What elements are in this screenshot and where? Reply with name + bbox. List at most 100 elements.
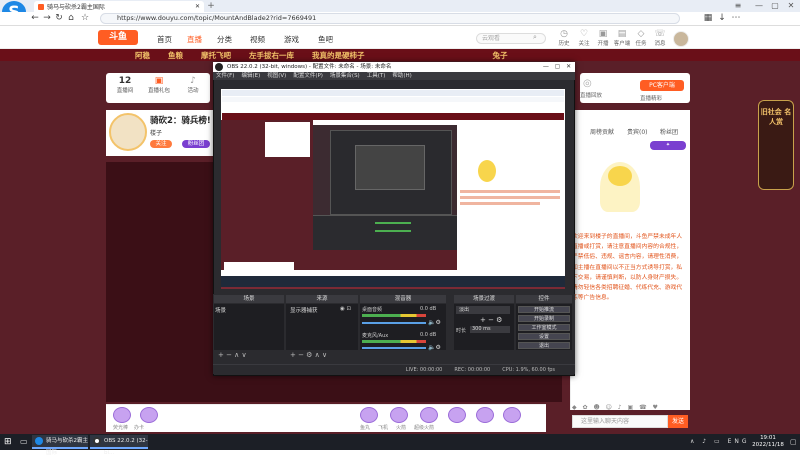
event-badge[interactable]: 旧社会 名人赏 xyxy=(758,100,794,190)
back-icon[interactable]: ← xyxy=(30,13,40,24)
exit-button[interactable]: 退出 xyxy=(518,342,570,349)
scenes-toolbar[interactable]: + − ∧ ∨ xyxy=(214,351,284,360)
reload-icon[interactable]: ↻ xyxy=(54,13,64,24)
nav-category[interactable]: 分类 xyxy=(217,34,232,45)
mixer-track-name: 麦克风/Aux xyxy=(362,333,389,339)
fan-club-button[interactable]: 粉丝团 xyxy=(182,140,210,148)
search-icon[interactable]: ⌕ xyxy=(533,33,537,42)
taskbar-obs[interactable]: OBS 22.0.2 (32-bi... xyxy=(90,435,148,456)
transition-select[interactable]: 淡出 xyxy=(456,306,510,314)
settings-button[interactable]: 设置 xyxy=(518,333,570,340)
room-stat[interactable]: ▣ 直播礼包 xyxy=(144,76,174,94)
gift-item[interactable] xyxy=(113,407,131,423)
volume-slider[interactable] xyxy=(362,347,426,349)
gift-item[interactable] xyxy=(448,407,466,423)
sources-toolbar[interactable]: + − ⚙ ∧ ∨ xyxy=(286,351,358,360)
taskbar-browser[interactable]: 骑马与砍杀2霸主国际 xyxy=(32,435,88,456)
notification-icon[interactable]: ▢ xyxy=(790,438,797,446)
start-recording-button[interactable]: 开始录制 xyxy=(518,315,570,322)
chat-tab[interactable]: 贵宾(0) xyxy=(627,127,648,136)
right-stat-label[interactable]: 直播回放 xyxy=(580,91,602,99)
banner-item[interactable]: 左手拔右一库 xyxy=(249,50,294,61)
system-tray[interactable]: ∧ ♪ ▭ ENG xyxy=(690,438,750,445)
duration-input[interactable]: 300 ms xyxy=(470,326,510,333)
join-fanclub-button[interactable]: ✦ xyxy=(650,141,686,150)
right-stat-label[interactable]: 直播精彩 xyxy=(640,94,662,102)
preview-chat-line xyxy=(460,202,540,205)
obs-maximize-button[interactable]: ▢ xyxy=(555,62,561,72)
chat-input[interactable]: 这里输入聊天内容 xyxy=(572,415,668,428)
clock-date: 2022/11/18 xyxy=(752,441,784,448)
home-icon[interactable]: ⌂ xyxy=(66,13,76,24)
start-button[interactable]: ⊞ xyxy=(4,437,14,447)
streamer-name[interactable]: 楼子 xyxy=(150,128,162,137)
download-icon[interactable]: ↓ xyxy=(717,13,727,24)
header-message[interactable]: ☏ 消息 xyxy=(649,29,671,48)
menu-icon[interactable]: ≡ xyxy=(731,0,745,12)
chat-tab[interactable]: 周榜贡献 xyxy=(590,127,614,136)
gift-item[interactable] xyxy=(503,407,521,423)
mixer-track-db: 0.0 dB xyxy=(420,332,437,338)
obs-menu-scene-collection[interactable]: 场景集合(S) xyxy=(330,72,360,80)
gift-item[interactable] xyxy=(360,407,378,423)
obs-menu-tools[interactable]: 工具(T) xyxy=(367,72,386,80)
banner-item[interactable]: 兔子 xyxy=(493,50,508,61)
obs-titlebar[interactable]: OBS 22.0.2 (32-bit, windows) - 配置文件: 未命名… xyxy=(213,62,575,72)
close-tab-icon[interactable]: ✕ xyxy=(195,3,200,10)
favorites-icon[interactable]: ☆ xyxy=(80,13,90,24)
nav-game[interactable]: 游戏 xyxy=(284,34,299,45)
mute-icon[interactable]: 🔈⚙ xyxy=(428,319,441,326)
nav-fishbar[interactable]: 鱼吧 xyxy=(318,34,333,45)
send-button[interactable]: 发送 xyxy=(668,415,688,428)
gift-item[interactable] xyxy=(140,407,158,423)
banner-item[interactable]: 我真的是硬柿子 xyxy=(312,50,365,61)
message-icon: ☏ xyxy=(654,29,666,39)
streamer-avatar[interactable] xyxy=(109,113,147,151)
clock[interactable]: 19:01 2022/11/18 xyxy=(748,435,788,448)
obs-menu-edit[interactable]: 编辑(E) xyxy=(241,72,260,80)
obs-menu-view[interactable]: 视图(V) xyxy=(267,72,286,80)
start-streaming-button[interactable]: 开始推流 xyxy=(518,306,570,313)
nav-video[interactable]: 视频 xyxy=(250,34,265,45)
header-history[interactable]: ◷ 历史 xyxy=(553,30,575,48)
follow-button[interactable]: 关注 xyxy=(150,140,172,148)
source-item[interactable]: 显示器捕获 xyxy=(290,306,318,314)
maximize-button[interactable]: ▢ xyxy=(768,0,782,12)
obs-menu-help[interactable]: 帮助(H) xyxy=(392,72,411,80)
banner-item[interactable]: 阿稳 xyxy=(135,50,150,61)
mute-icon[interactable]: 🔈⚙ xyxy=(428,344,441,351)
more-icon[interactable]: ⋯ xyxy=(731,13,741,24)
gift-item[interactable] xyxy=(420,407,438,423)
room-stat[interactable]: 12 直播间 xyxy=(110,76,140,94)
obs-menu-profile[interactable]: 配置文件(P) xyxy=(293,72,323,80)
share-icon[interactable]: ◎ xyxy=(583,78,592,89)
browser-tab-active[interactable]: 骑马与砍杀2霸主国际 ✕ xyxy=(34,1,204,12)
obs-close-button[interactable]: ✕ xyxy=(566,62,571,72)
task-view-icon[interactable]: ▭ xyxy=(20,437,28,446)
pc-client-button[interactable]: PC客户端 xyxy=(640,80,684,91)
nav-home[interactable]: 首页 xyxy=(157,34,172,45)
gift-item[interactable] xyxy=(390,407,408,423)
forward-icon[interactable]: → xyxy=(42,13,52,24)
chat-tab[interactable]: 粉丝团 xyxy=(660,127,678,136)
user-avatar[interactable] xyxy=(673,31,689,47)
minimize-button[interactable]: — xyxy=(752,0,766,12)
gift-item[interactable] xyxy=(476,407,494,423)
nav-live[interactable]: 直播 xyxy=(187,34,202,45)
chat-toolbar[interactable]: ◆ ✿ ☻ ☺ ♪ ▣ ☎ ♥ xyxy=(572,404,688,411)
obs-minimize-button[interactable]: — xyxy=(543,62,549,72)
extension-icon[interactable]: ▦ xyxy=(703,13,713,24)
banner-item[interactable]: 鱼粮 xyxy=(168,50,183,61)
banner-item[interactable]: 摩托飞吧 xyxy=(201,50,231,61)
address-bar[interactable]: https://www.douyu.com/topic/MountAndBlad… xyxy=(100,13,680,24)
new-tab-button[interactable]: + xyxy=(206,2,216,11)
room-stat[interactable]: ♪ 活动 xyxy=(178,76,208,94)
visibility-icon[interactable]: ◉ ⊡ xyxy=(340,306,351,312)
volume-slider[interactable] xyxy=(362,322,426,324)
close-window-button[interactable]: ✕ xyxy=(784,0,798,12)
obs-menu-file[interactable]: 文件(F) xyxy=(216,72,234,80)
transition-toolbar[interactable]: + − ⚙ xyxy=(480,316,502,324)
scene-item[interactable]: 场景 xyxy=(215,306,226,314)
site-logo[interactable]: 斗鱼 xyxy=(98,30,138,45)
studio-mode-button[interactable]: 工作室模式 xyxy=(518,324,570,331)
